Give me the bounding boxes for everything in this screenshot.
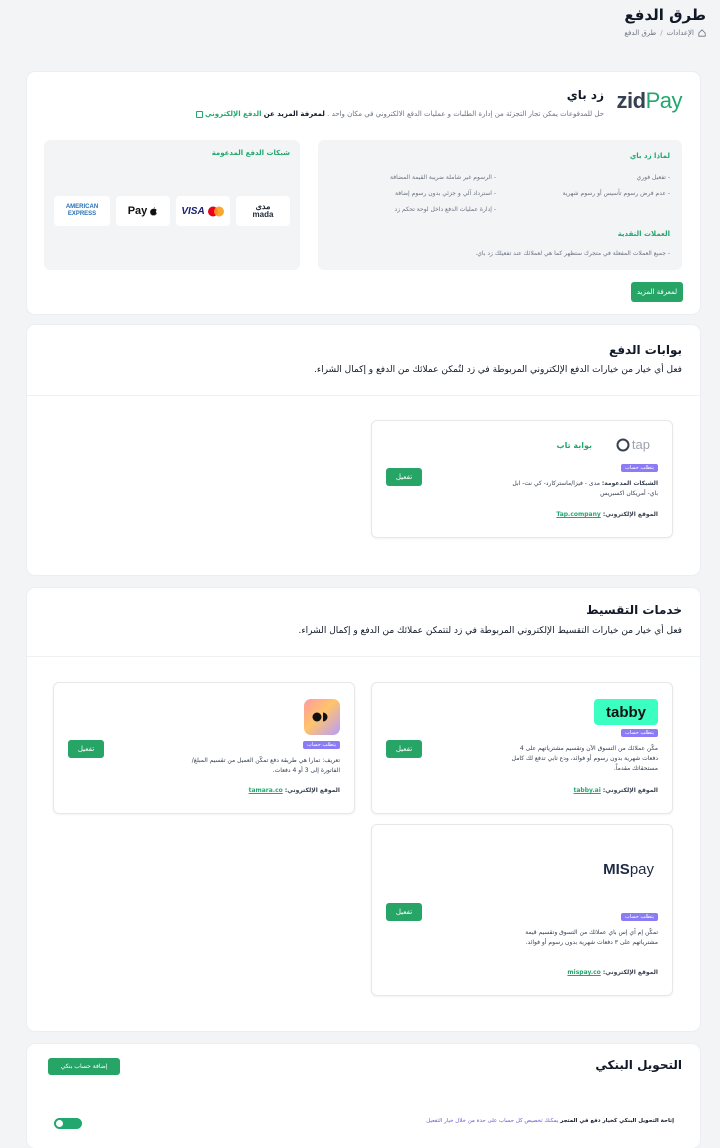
networks-title: شبكات الدفع المدعومة <box>211 149 290 157</box>
installments-title: خدمات التقسيط <box>586 603 682 617</box>
tamara-provider-card: يتطلب حساب تعريف: تمارا هي طريقة دفع تمك… <box>53 682 355 814</box>
installments-description: فعل أي خيار من خيارات التقسيط الإلكتروني… <box>298 626 682 636</box>
breadcrumb-current: طرق الدفع <box>624 29 657 37</box>
zidpay-card: zidPay زد باي حل للمدفوعات يمكن تجار الت… <box>27 72 700 314</box>
tabby-provider-card: tabby يتطلب حساب مكّن عملائك من التسوق ا… <box>371 682 673 814</box>
external-link-icon[interactable] <box>195 110 203 118</box>
tap-website: الموقع الإلكتروني: Tap.company <box>556 511 658 518</box>
tap-logo: tap <box>616 437 650 452</box>
tamara-website: الموقع الإلكتروني: tamara.co <box>248 787 340 794</box>
why-zidpay-title: لماذا زد باي <box>629 152 670 160</box>
apple-pay-logo: Pay <box>116 196 170 226</box>
add-bank-account-button[interactable]: إضافة حساب بنكي <box>48 1058 120 1075</box>
apple-icon <box>150 206 158 216</box>
why-item: - تفعيل فوري <box>636 174 671 181</box>
breadcrumb-separator: / <box>660 29 663 37</box>
amex-logo: AMERICAN EXPRESS <box>54 196 110 226</box>
payment-gateways-card: بوابات الدفع فعل أي خيار من خيارات الدفع… <box>27 325 700 575</box>
zidpay-title: زد باي <box>566 88 604 102</box>
zidpay-description: حل للمدفوعات يمكن تجار التجزئة من إدارة … <box>195 110 604 118</box>
tap-website-link[interactable]: Tap.company <box>556 511 600 518</box>
zidpay-info-box: لماذا زد باي - تفعيل فوري - عدم فرض رسوم… <box>318 140 682 270</box>
mispay-website: الموقع الإلكتروني: mispay.co <box>567 969 658 976</box>
requires-account-badge: يتطلب حساب <box>621 913 658 921</box>
page-title: طرق الدفع <box>624 6 706 24</box>
installments-card: خدمات التقسيط فعل أي خيار من خيارات التق… <box>27 588 700 1031</box>
bank-transfer-card: التحويل البنكي إضافة حساب بنكي إتاحة الت… <box>27 1044 700 1148</box>
mispay-provider-card: MISpay يتطلب حساب تمكّن إم آي إس باي عمل… <box>371 824 673 996</box>
tabby-website: الموقع الإلكتروني: tabby.ai <box>573 787 658 794</box>
tamara-description: تعريف: تمارا هي طريقة دفع تمكّن العميل م… <box>191 757 340 774</box>
requires-account-badge: يتطلب حساب <box>303 741 340 749</box>
tap-activate-button[interactable]: تفعيل <box>386 468 422 486</box>
breadcrumb: الإعدادات / طرق الدفع <box>624 29 706 37</box>
why-item: - عدم فرض رسوم تأسيس أو رسوم شهرية <box>562 190 670 197</box>
tabby-website-link[interactable]: tabby.ai <box>574 787 601 794</box>
bank-toggle-label: إتاحة التحويل البنكي كخيار دفع في المتجر… <box>426 1118 674 1124</box>
electronic-payment-link[interactable]: الدفع الإلكتروني <box>205 110 261 118</box>
gateways-title: بوابات الدفع <box>609 343 682 357</box>
tap-networks: الشبكات المدعومة: مدى - فيزا/ماستركارد- … <box>512 480 658 497</box>
mada-logo: مدى mada <box>236 196 290 226</box>
bank-transfer-title: التحويل البنكي <box>595 1058 682 1072</box>
tap-name: بوابة تاب <box>556 441 592 450</box>
tap-provider-card: tap بوابة تاب يتطلب حساب الشبكات المدعوم… <box>371 420 673 538</box>
bank-transfer-toggle[interactable] <box>54 1118 82 1129</box>
tabby-activate-button[interactable]: تفعيل <box>386 740 422 758</box>
visa-mastercard-logo: VISA <box>176 196 230 226</box>
mispay-logo: MISpay <box>603 861 654 878</box>
zidpay-logo: zidPay <box>616 88 683 113</box>
tamara-activate-button[interactable]: تفعيل <box>68 740 104 758</box>
tabby-logo: tabby <box>594 699 658 725</box>
gateways-description: فعل أي خيار من خيارات الدفع الإلكتروني ا… <box>313 365 682 375</box>
why-item: - استرداد آلي و جزئي بدون رسوم إضافة <box>395 190 496 197</box>
why-item: - إدارة عمليات الدفع داخل لوحة تحكم زد <box>394 206 496 213</box>
mispay-website-link[interactable]: mispay.co <box>567 969 600 976</box>
payment-networks-box: شبكات الدفع المدعومة مدى mada VISA Pay A… <box>44 140 300 270</box>
breadcrumb-settings-link[interactable]: الإعدادات <box>667 29 694 37</box>
learn-more-button[interactable]: لمعرفة المزيد <box>631 282 683 302</box>
tabby-description: مكّن عملائك من التسوق الآن وتقسيم مشتريا… <box>511 745 658 772</box>
mispay-description: تمكّن إم آي إس باي عملائك من التسوق وتقس… <box>525 929 658 946</box>
why-item: - الرسوم غير شاملة ضريبة القيمة المضافة <box>390 174 496 181</box>
home-icon[interactable] <box>698 29 706 37</box>
currencies-text: - جميع العملات المفعلة في متجرك ستظهر كم… <box>475 250 670 257</box>
tamara-website-link[interactable]: tamara.co <box>249 787 283 794</box>
mispay-activate-button[interactable]: تفعيل <box>386 903 422 921</box>
currencies-title: العملات النقدية <box>617 230 670 238</box>
requires-account-badge: يتطلب حساب <box>621 729 658 737</box>
tamara-logo <box>304 699 340 735</box>
requires-account-badge: يتطلب حساب <box>621 464 658 472</box>
